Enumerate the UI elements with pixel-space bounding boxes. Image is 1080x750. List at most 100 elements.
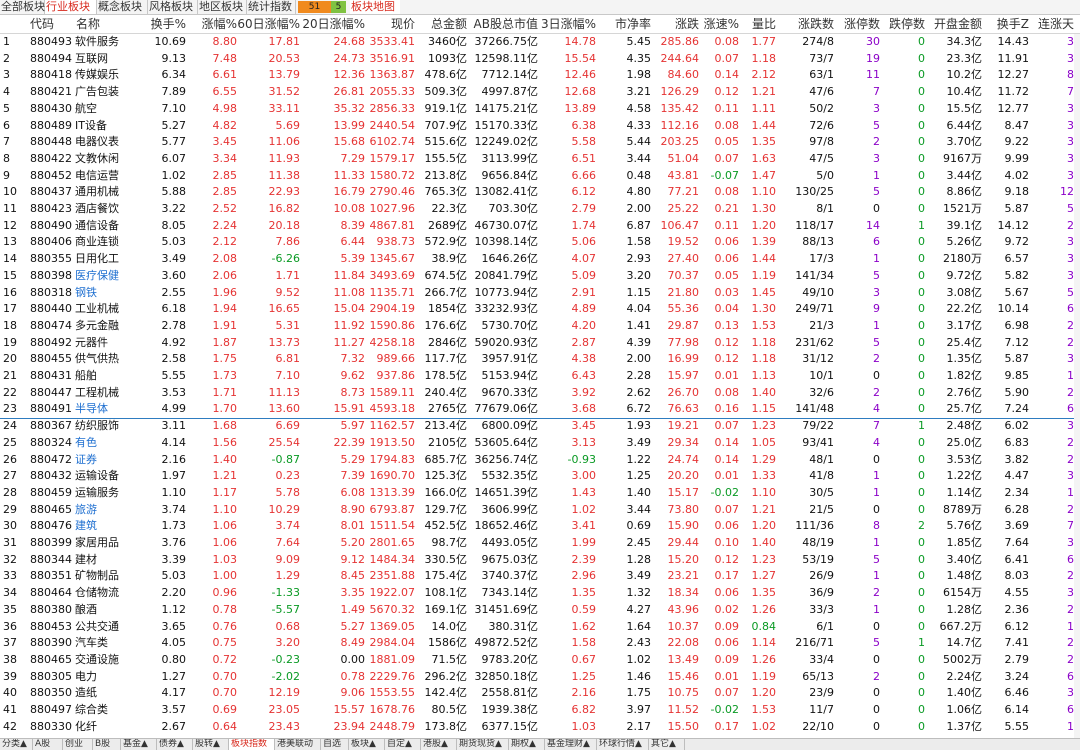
table-row[interactable]: 35 880380 酿酒 1.12 0.78 -5.57 1.49 5670.32 169.1亿… xyxy=(0,602,1080,619)
table-row[interactable]: 19 880492 元器件 4.92 1.87 13.73 11.27 4258.18 2846… xyxy=(0,335,1080,352)
cell-change-20d: 8.90 xyxy=(340,502,366,516)
header-limit-up-count[interactable]: 涨停数 xyxy=(834,15,880,33)
table-row[interactable]: 42 880330 化纤 2.67 0.64 23.43 23.94 2448.79 173.8… xyxy=(0,719,1080,736)
header-volume-ratio[interactable]: 量比 xyxy=(739,15,776,33)
table-row[interactable]: 20 880455 供气供热 2.58 1.75 6.81 7.32 989.66 117.7亿… xyxy=(0,351,1080,368)
bottom-tab-13[interactable]: 期货现货▲ xyxy=(457,739,509,750)
sector-name: 有色 xyxy=(75,435,97,449)
header-change-60d[interactable]: 60日涨幅% xyxy=(237,15,300,33)
table-row[interactable]: 28 880459 运输服务 1.10 1.17 5.78 6.08 1313.39 166.0… xyxy=(0,485,1080,502)
table-row[interactable]: 14 880355 日用化工 3.49 2.08 -6.26 5.39 1345.67 38.9… xyxy=(0,251,1080,268)
header-limit-down-count[interactable]: 跌停数 xyxy=(880,15,925,33)
bottom-tab-17[interactable]: 其它▲ xyxy=(649,739,685,750)
header-change-3d[interactable]: 3日涨幅% xyxy=(538,15,596,33)
cell-pb-ratio: 1.40 xyxy=(626,485,652,499)
header-market-cap[interactable]: AB股总市值 xyxy=(467,15,538,33)
tab-industry[interactable]: 行业板块 xyxy=(45,0,97,14)
bottom-tab-7[interactable]: 板块指数 xyxy=(229,739,275,750)
table-row[interactable]: 36 880453 公共交通 3.65 0.76 0.68 5.27 1369.05 14.0亿… xyxy=(0,619,1080,636)
header-change-value[interactable]: 涨跌 xyxy=(651,15,699,33)
bottom-tab-10[interactable]: 板块▲ xyxy=(349,739,385,750)
bottom-tab-6[interactable]: 股转▲ xyxy=(193,739,229,750)
bottom-tab-15[interactable]: 基金理财▲ xyxy=(545,739,597,750)
table-row[interactable]: 39 880305 电力 1.27 0.70 -2.02 0.78 2229.76 296.2亿… xyxy=(0,669,1080,686)
table-row[interactable]: 27 880432 运输设备 1.97 1.21 0.23 7.39 1690.70 125.3… xyxy=(0,468,1080,485)
table-row[interactable]: 31 880399 家居用品 3.76 1.06 7.64 5.20 2801.65 98.7亿… xyxy=(0,535,1080,552)
tab-style[interactable]: 风格板块 xyxy=(148,0,198,14)
cell-change: 1.21 xyxy=(212,469,238,483)
table-row[interactable]: 38 880465 交通设施 0.80 0.72 -0.23 0.00 1881.09 71.5… xyxy=(0,652,1080,669)
header-up-days[interactable]: 连涨天 xyxy=(1029,15,1074,33)
table-row[interactable]: 8 880422 文教休闲 6.07 3.34 11.93 7.29 1579.17 155.5… xyxy=(0,151,1080,168)
header-name[interactable]: 名称 xyxy=(76,15,138,33)
table-row[interactable]: 41 880497 综合类 3.57 0.69 23.05 15.57 1678.76 80.5… xyxy=(0,702,1080,719)
table-row[interactable]: 16 880318 钢铁 2.55 1.96 9.52 11.08 1135.71 266.7亿… xyxy=(0,285,1080,302)
table-row[interactable]: 33 880351 矿物制品 5.03 1.00 1.29 8.45 2351.88 175.4… xyxy=(0,568,1080,585)
bottom-tab-14[interactable]: 期权▲ xyxy=(509,739,545,750)
header-change[interactable]: 涨幅% xyxy=(186,15,237,33)
header-code[interactable]: 代码 xyxy=(30,15,70,33)
table-row[interactable]: 26 880472 证券 2.16 1.40 -0.87 5.29 1794.83 685.7亿… xyxy=(0,452,1080,469)
cell-up-days: 2 xyxy=(1067,652,1074,666)
table-row[interactable]: 24 880367 纺织服饰 3.11 1.68 6.69 5.97 1162.57 213.4… xyxy=(0,418,1080,435)
bottom-tab-9[interactable]: 自选 xyxy=(321,739,349,750)
bottom-tab-1[interactable]: A股 xyxy=(33,739,63,750)
table-row[interactable]: 9 880452 电信运营 1.02 2.85 11.38 11.33 1580.72 213.… xyxy=(0,168,1080,185)
table-row[interactable]: 30 880476 建筑 1.73 1.06 3.74 8.01 1511.54 452.5亿 1… xyxy=(0,518,1080,535)
tab-all[interactable]: 全部板块 xyxy=(0,0,45,14)
header-turnover-z[interactable]: 换手Z xyxy=(982,15,1029,33)
tab-stats[interactable]: 统计指数 xyxy=(247,0,296,14)
table-row[interactable]: 37 880390 汽车类 4.05 0.75 3.20 8.49 2984.04 1586亿 4… xyxy=(0,635,1080,652)
header-amount[interactable]: 总金额 xyxy=(415,15,467,33)
cell-pb-ratio: 2.17 xyxy=(626,719,652,733)
header-open-amount[interactable]: 开盘金额 xyxy=(925,15,982,33)
bottom-tab-3[interactable]: B股 xyxy=(93,739,121,750)
tab-region[interactable]: 地区板块 xyxy=(198,0,247,14)
sector-code: 880455 xyxy=(30,352,72,366)
bottom-tab-16[interactable]: 环球行情▲ xyxy=(597,739,649,750)
cell-price: 1135.71 xyxy=(369,285,416,299)
header-up-down-count[interactable]: 涨跌数 xyxy=(776,15,834,33)
cell-pb-ratio: 4.27 xyxy=(626,602,652,616)
bottom-tab-4[interactable]: 基金▲ xyxy=(121,739,157,750)
table-row[interactable]: 11 880423 酒店餐饮 3.22 2.52 16.82 10.08 1027.96 22.… xyxy=(0,201,1080,218)
table-row[interactable]: 25 880324 有色 4.14 1.56 25.54 22.39 1913.50 2105亿… xyxy=(0,435,1080,452)
table-row[interactable]: 13 880406 商业连锁 5.03 2.12 7.86 6.44 938.73 572.9亿… xyxy=(0,234,1080,251)
tab-sector-map[interactable]: 板块地图 xyxy=(350,0,400,14)
table-row[interactable]: 4 880421 广告包装 7.89 6.55 31.52 26.81 2055.33 509.… xyxy=(0,84,1080,101)
table-row[interactable]: 10 880437 通用机械 5.88 2.85 22.93 16.79 2790.46 765… xyxy=(0,184,1080,201)
header-price[interactable]: 现价 xyxy=(365,15,415,33)
bottom-tab-0[interactable]: 分类▲ xyxy=(0,739,33,750)
table-row[interactable]: 3 880418 传媒娱乐 6.34 6.61 13.79 12.36 1363.87 478.… xyxy=(0,67,1080,84)
bottom-tab-11[interactable]: 自定▲ xyxy=(385,739,421,750)
bottom-tab-8[interactable]: 港美联动 xyxy=(275,739,321,750)
header-pb-ratio[interactable]: 市净率 xyxy=(596,15,651,33)
table-row[interactable]: 21 880431 船舶 5.55 1.73 7.10 9.62 937.86 178.5亿 51… xyxy=(0,368,1080,385)
bottom-tab-5[interactable]: 债券▲ xyxy=(157,739,193,750)
cell-turnover-z: 6.12 xyxy=(1004,619,1030,633)
table-row[interactable]: 2 880494 互联网 9.13 7.48 20.53 24.73 3516.91 1093亿… xyxy=(0,51,1080,68)
table-row[interactable]: 22 880447 工程机械 3.53 1.71 11.13 8.73 1589.11 240.… xyxy=(0,385,1080,402)
table-row[interactable]: 1 880493 软件服务 10.69 8.80 17.81 24.68 3533.41 346… xyxy=(0,34,1080,51)
table-row[interactable]: 23 880491 半导体 4.99 1.70 13.60 15.91 4593.18 2765… xyxy=(0,401,1080,420)
header-turnover[interactable]: 换手% xyxy=(140,15,186,33)
cell-limit-up-count: 5 xyxy=(873,552,880,566)
table-row[interactable]: 5 880430 航空 7.10 4.98 33.11 35.32 2856.33 919.1亿… xyxy=(0,101,1080,118)
table-row[interactable]: 18 880474 多元金融 2.78 1.91 5.31 11.92 1590.86 176.… xyxy=(0,318,1080,335)
table-row[interactable]: 29 880465 旅游 3.74 1.10 10.29 8.90 6793.87 129.7亿… xyxy=(0,502,1080,519)
header-speed[interactable]: 涨速% xyxy=(699,15,739,33)
bottom-tab-12[interactable]: 港股▲ xyxy=(421,739,457,750)
table-row[interactable]: 40 880350 造纸 4.17 0.70 12.19 9.06 1553.55 142.4亿… xyxy=(0,685,1080,702)
table-row[interactable]: 34 880464 仓储物流 2.20 0.96 -1.33 3.35 1922.07 108.… xyxy=(0,585,1080,602)
table-row[interactable]: 7 880448 电器仪表 5.77 3.45 11.06 15.68 6102.74 515.… xyxy=(0,134,1080,151)
table-row[interactable]: 15 880398 医疗保健 3.60 2.06 1.71 11.84 3493.69 674.… xyxy=(0,268,1080,285)
row-index: 29 xyxy=(3,502,17,516)
table-row[interactable]: 17 880440 工业机械 6.18 1.94 16.65 15.04 2904.19 185… xyxy=(0,301,1080,318)
table-row[interactable]: 32 880344 建材 3.39 1.03 9.09 9.12 1484.34 330.5亿 9… xyxy=(0,552,1080,569)
tab-concept[interactable]: 概念板块 xyxy=(97,0,148,14)
header-change-20d[interactable]: 20日涨幅% xyxy=(300,15,365,33)
bottom-tab-2[interactable]: 创业 xyxy=(63,739,93,750)
vertical-scrollbar[interactable] xyxy=(1074,34,1080,738)
table-row[interactable]: 12 880490 通信设备 8.05 2.24 20.18 8.39 4867.81 2689… xyxy=(0,218,1080,235)
table-row[interactable]: 6 880489 IT设备 5.27 4.82 5.69 13.99 2440.54 707.9… xyxy=(0,118,1080,135)
